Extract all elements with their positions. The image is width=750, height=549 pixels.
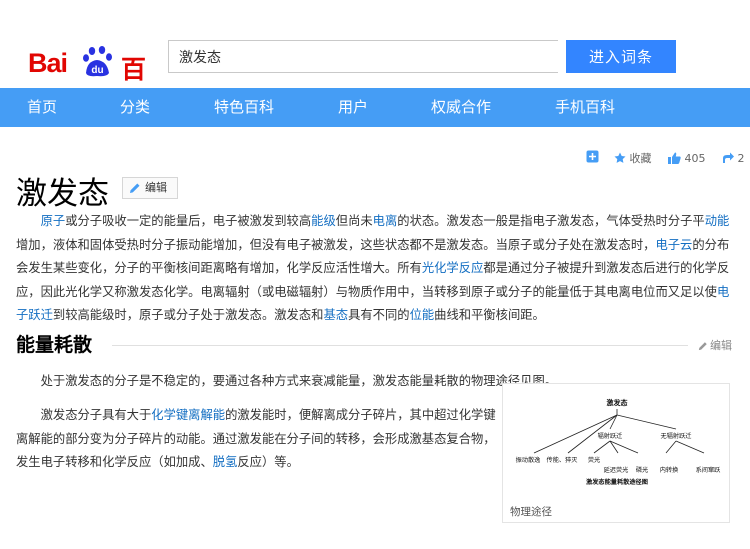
- page-title: 激发态: [16, 176, 109, 212]
- entry-link[interactable]: 能级: [311, 214, 336, 228]
- nav-item-mobile[interactable]: 手机百科: [555, 88, 615, 127]
- entry-link[interactable]: 电离: [373, 214, 398, 228]
- paragraph-text: 但尚未: [335, 214, 373, 228]
- entry-link[interactable]: 动能: [705, 214, 730, 228]
- nav-item-authority[interactable]: 权威合作: [431, 88, 491, 127]
- share-button[interactable]: 2: [722, 150, 745, 168]
- collect-button[interactable]: 收藏: [614, 150, 652, 168]
- search-input[interactable]: [168, 40, 558, 73]
- nav-item-featured[interactable]: 特色百科: [214, 88, 274, 127]
- paragraph-text: 增加，液体和固体受热时分子振动能增加，但没有电子被激发，这些状态都不是激发态。当…: [16, 237, 656, 252]
- entry-link[interactable]: 原子: [41, 214, 66, 228]
- paw-logo-icon: du: [83, 46, 112, 77]
- entry-link[interactable]: 电子云: [655, 238, 692, 252]
- entry-link[interactable]: 光化学反应: [422, 261, 484, 275]
- logo-text-du: du: [91, 65, 103, 76]
- share-count: 2: [737, 152, 745, 165]
- intro-paragraph: 原子或分子吸收一定的能量后，电子被激发到较高能级但尚未电离的状态。激发态一般是指…: [16, 210, 732, 328]
- diagram-bottom-label: 激发态能量耗散途径图: [586, 478, 648, 486]
- paragraph-text: 反应）等。: [237, 455, 299, 469]
- entry-link[interactable]: 化学键离解能: [151, 408, 225, 422]
- like-button[interactable]: 405: [668, 150, 706, 168]
- diagram-leaf-2: 传能、猝灭: [547, 456, 578, 464]
- section-divider: [112, 345, 688, 346]
- paragraph-text: 的状态。激发态一般是指电子激发态，气体受热时分子平: [397, 214, 705, 228]
- like-count: 405: [684, 152, 706, 165]
- entry-link[interactable]: 位能: [410, 308, 435, 322]
- logo-text-bai: Bai: [28, 48, 68, 78]
- paragraph-text: 具有不同的: [348, 308, 410, 322]
- section-title: 能量耗散: [16, 334, 93, 356]
- main-nav: 首页 分类 特色百科 用户 权威合作 手机百科: [0, 88, 750, 127]
- section-edit-label: 编辑: [710, 339, 732, 352]
- pencil-icon: [130, 183, 140, 193]
- section-header: 能量耗散 编辑: [16, 333, 732, 357]
- entry-toolbar: 收藏 405 2: [0, 150, 750, 170]
- paragraph-text: 或分子吸收一定的能量后，电子被激发到较高: [65, 214, 312, 228]
- add-icon[interactable]: [586, 150, 599, 169]
- baidu-baike-logo[interactable]: Bai du 百科: [28, 34, 158, 120]
- diagram-leaf-1: 振动散逸: [516, 456, 541, 464]
- pencil-icon: [698, 342, 707, 351]
- section-edit-button[interactable]: 编辑: [698, 337, 732, 353]
- diagram-leaf-7: 系间窜跃: [696, 466, 722, 474]
- nav-item-home[interactable]: 首页: [27, 88, 57, 127]
- paragraph-text: 到较高能级时，原子或分子处于激发态。激发态和: [52, 308, 324, 322]
- entry-link[interactable]: 脱氢: [213, 455, 238, 469]
- section-paragraph-2: 激发态分子具有大于化学键离解能的激发能时，便解离成分子碎片，其中超过化学键离解能…: [16, 404, 496, 475]
- thumbs-up-icon: [668, 152, 681, 164]
- figure-energy-dissipation[interactable]: 激发态 辐射跃迁 无辐射跃迁 振动散逸 传能、猝灭 荧光 延迟荧光 磷光 内转换…: [502, 383, 730, 523]
- edit-button[interactable]: 编辑: [122, 177, 178, 199]
- diagram-leaf-6: 内转换: [660, 466, 679, 474]
- star-icon: [614, 152, 626, 163]
- paragraph-text: 激发态分子具有大于: [40, 408, 152, 422]
- nav-item-user[interactable]: 用户: [338, 88, 368, 127]
- nav-item-category[interactable]: 分类: [120, 88, 150, 127]
- paragraph-text: 曲线和平衡核间距。: [434, 308, 545, 322]
- edit-label: 编辑: [145, 181, 167, 194]
- diagram-root: 激发态: [607, 398, 628, 407]
- dissipation-diagram: 激发态 辐射跃迁 无辐射跃迁 振动散逸 传能、猝灭 荧光 延迟荧光 磷光 内转换…: [516, 398, 722, 486]
- diagram-mid-radiative: 辐射跃迁: [598, 432, 623, 440]
- diagram-leaf-4: 延迟荧光: [604, 466, 629, 474]
- share-icon: [723, 152, 734, 163]
- entry-link[interactable]: 基态: [323, 308, 348, 322]
- enter-entry-button[interactable]: 进入词条: [566, 40, 676, 73]
- diagram-leaf-3: 荧光: [588, 456, 600, 464]
- diagram-leaf-5: 磷光: [636, 466, 648, 474]
- collect-label: 收藏: [629, 152, 652, 165]
- diagram-mid-nonradiative: 无辐射跃迁: [661, 432, 692, 440]
- figure-caption: 物理途径: [510, 506, 552, 518]
